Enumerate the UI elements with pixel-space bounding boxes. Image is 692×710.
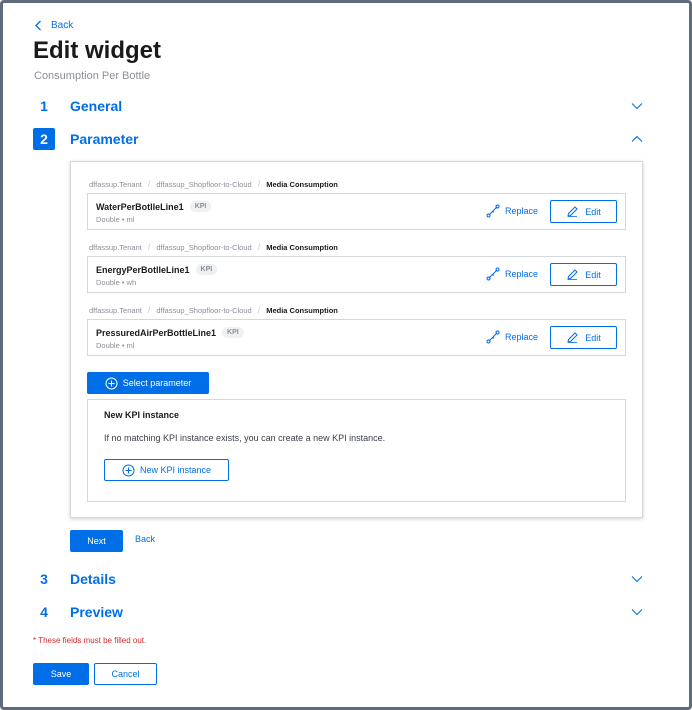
page-subtitle: Consumption Per Bottle [34, 70, 151, 82]
chevron-up-icon[interactable] [631, 133, 643, 145]
step-preview[interactable]: 4 Preview [33, 601, 643, 623]
back-link-label: Back [51, 20, 74, 31]
step-number: 4 [40, 604, 48, 620]
edit-button[interactable]: Edit [550, 200, 617, 223]
step-details[interactable]: 3 Details [33, 568, 643, 590]
pencil-icon [567, 332, 578, 343]
step-label: Parameter [70, 131, 139, 147]
replace-button[interactable]: Replace [486, 330, 538, 344]
back-button[interactable]: Back [135, 534, 155, 544]
breadcrumb-separator: / [147, 305, 151, 315]
new-kpi-instance-label: New KPI instance [139, 465, 212, 475]
parameter-row: PressuredAirPerBottleLine1 KPI Double • … [87, 319, 626, 356]
edit-button[interactable]: Edit [550, 263, 617, 286]
back-link[interactable]: Back [34, 20, 73, 31]
breadcrumb-separator: / [147, 179, 151, 189]
step-label: General [70, 98, 123, 114]
replace-button[interactable]: Replace [486, 204, 538, 218]
window-frame: Back Edit widget Consumption Per Bottle … [0, 0, 692, 710]
breadcrumb-separator: / [257, 179, 261, 189]
replace-icon [486, 204, 500, 218]
edit-button[interactable]: Edit [550, 326, 617, 349]
breadcrumb-current: Media Consumption [266, 242, 338, 252]
breadcrumb-separator: / [257, 305, 261, 315]
step-parameter[interactable]: 2 Parameter [33, 128, 643, 150]
breadcrumb-separator: / [257, 242, 261, 252]
step-number: 2 [33, 128, 55, 150]
step-label: Preview [70, 604, 123, 620]
step-label: Details [70, 571, 116, 587]
new-kpi-description: If no matching KPI instance exists, you … [104, 433, 386, 443]
breadcrumb-tenant[interactable]: dffassup.Tenant [89, 306, 142, 315]
replace-icon [486, 267, 500, 281]
edit-label: Edit [585, 332, 601, 343]
new-kpi-panel: New KPI instance If no matching KPI inst… [87, 399, 626, 502]
breadcrumb-separator: / [147, 242, 151, 252]
step-general[interactable]: 1 General [33, 95, 643, 117]
replace-label: Replace [505, 269, 539, 279]
breadcrumb-tenant[interactable]: dffassup.Tenant [89, 180, 142, 189]
parameter-row: EnergyPerBotlleLine1 KPI Double • wh Rep… [87, 256, 626, 293]
parameter-type: Double • ml [96, 341, 135, 350]
new-kpi-instance-button[interactable]: New KPI instance [104, 459, 229, 481]
replace-label: Replace [505, 206, 539, 216]
breadcrumb: dffassup.Tenant / dffassup_Shopfloor-to-… [89, 179, 338, 189]
breadcrumb-current: Media Consumption [266, 305, 338, 315]
plus-circle-icon [105, 377, 118, 389]
replace-label: Replace [505, 332, 539, 342]
plus-circle-icon [122, 464, 135, 476]
pencil-icon [567, 206, 578, 217]
select-parameter-label: Select parameter [122, 378, 192, 388]
breadcrumb: dffassup.Tenant / dffassup_Shopfloor-to-… [89, 305, 338, 315]
replace-button[interactable]: Replace [486, 267, 538, 281]
breadcrumb-project[interactable]: dffassup_Shopfloor-to-Cloud [156, 180, 251, 189]
step-number: 3 [40, 571, 48, 587]
kpi-badge: KPI [195, 264, 218, 275]
breadcrumb-current: Media Consumption [266, 179, 338, 189]
edit-label: Edit [585, 206, 601, 217]
save-button[interactable]: Save [33, 663, 89, 685]
kpi-badge: KPI [222, 327, 244, 338]
select-parameter-button[interactable]: Select parameter [87, 372, 209, 394]
chevron-down-icon[interactable] [631, 573, 643, 585]
breadcrumb-tenant[interactable]: dffassup.Tenant [89, 243, 142, 252]
step-number: 1 [40, 98, 48, 114]
parameter-name: WaterPerBotlleLine1 [96, 201, 184, 212]
chevron-left-icon [35, 20, 41, 31]
required-fields-note: * These fields must be filled out. [33, 636, 147, 645]
parameter-name: EnergyPerBotlleLine1 [96, 264, 190, 275]
page-title: Edit widget [33, 37, 161, 64]
kpi-badge: KPI [189, 201, 212, 212]
parameter-type: Double • ml [96, 215, 135, 224]
chevron-down-icon[interactable] [631, 100, 643, 112]
pencil-icon [567, 269, 578, 280]
parameter-card: dffassup.Tenant / dffassup_Shopfloor-to-… [70, 161, 643, 518]
parameter-name: PressuredAirPerBottleLine1 [96, 327, 217, 338]
breadcrumb-project[interactable]: dffassup_Shopfloor-to-Cloud [156, 306, 251, 315]
new-kpi-title: New KPI instance [104, 410, 180, 420]
replace-icon [486, 330, 500, 344]
next-button[interactable]: Next [70, 530, 123, 552]
chevron-down-icon[interactable] [631, 606, 643, 618]
breadcrumb-project[interactable]: dffassup_Shopfloor-to-Cloud [156, 243, 251, 252]
parameter-row: WaterPerBotlleLine1 KPI Double • ml Repl… [87, 193, 626, 230]
cancel-button[interactable]: Cancel [94, 663, 157, 685]
edit-label: Edit [585, 269, 601, 280]
breadcrumb: dffassup.Tenant / dffassup_Shopfloor-to-… [89, 242, 338, 252]
parameter-type: Double • wh [96, 278, 137, 287]
